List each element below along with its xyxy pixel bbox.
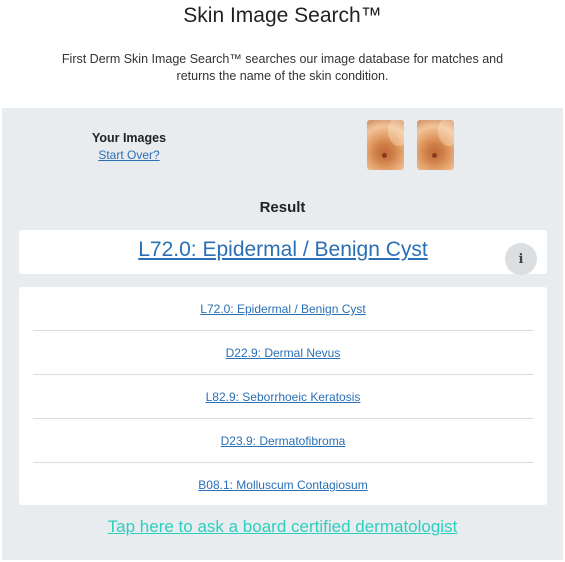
your-images-label: Your Images	[91, 131, 167, 145]
uploaded-images	[367, 120, 454, 170]
uploaded-image-thumbnail[interactable]	[417, 120, 454, 170]
result-heading: Result	[259, 199, 306, 216]
info-icon[interactable]: i	[505, 243, 537, 275]
list-item: D22.9: Dermal Nevus	[33, 331, 533, 375]
header: Skin Image Search™ First Derm Skin Image…	[0, 0, 565, 85]
your-images-section: Your Images Start Over?	[2, 130, 256, 164]
list-item: L82.9: Seborrhoeic Keratosis	[33, 375, 533, 419]
start-over-link[interactable]: Start Over?	[98, 148, 159, 162]
top-result-card: L72.0: Epidermal / Benign Cyst i	[19, 230, 547, 275]
match-link[interactable]: L72.0: Epidermal / Benign Cyst	[200, 302, 365, 316]
page-description: First Derm Skin Image Search™ searches o…	[61, 52, 504, 83]
uploaded-image-thumbnail[interactable]	[367, 120, 404, 170]
list-item: D23.9: Dermatofibroma	[33, 419, 533, 463]
match-link[interactable]: B08.1: Molluscum Contagiosum	[198, 478, 367, 492]
search-panel: Your Images Start Over? Result L72.0: Ep…	[2, 108, 563, 560]
top-result-link[interactable]: L72.0: Epidermal / Benign Cyst	[19, 238, 547, 262]
page-title: Skin Image Search™	[183, 4, 382, 27]
match-link[interactable]: L82.9: Seborrhoeic Keratosis	[206, 390, 361, 404]
list-item: L72.0: Epidermal / Benign Cyst	[33, 287, 533, 331]
page: Skin Image Search™ First Derm Skin Image…	[0, 0, 565, 562]
match-link[interactable]: D22.9: Dermal Nevus	[226, 346, 341, 360]
matches-list: L72.0: Epidermal / Benign Cyst D22.9: De…	[19, 287, 547, 505]
list-item: B08.1: Molluscum Contagiosum	[33, 463, 533, 507]
ask-dermatologist-link[interactable]: Tap here to ask a board certified dermat…	[2, 517, 563, 537]
match-link[interactable]: D23.9: Dermatofibroma	[221, 434, 346, 448]
